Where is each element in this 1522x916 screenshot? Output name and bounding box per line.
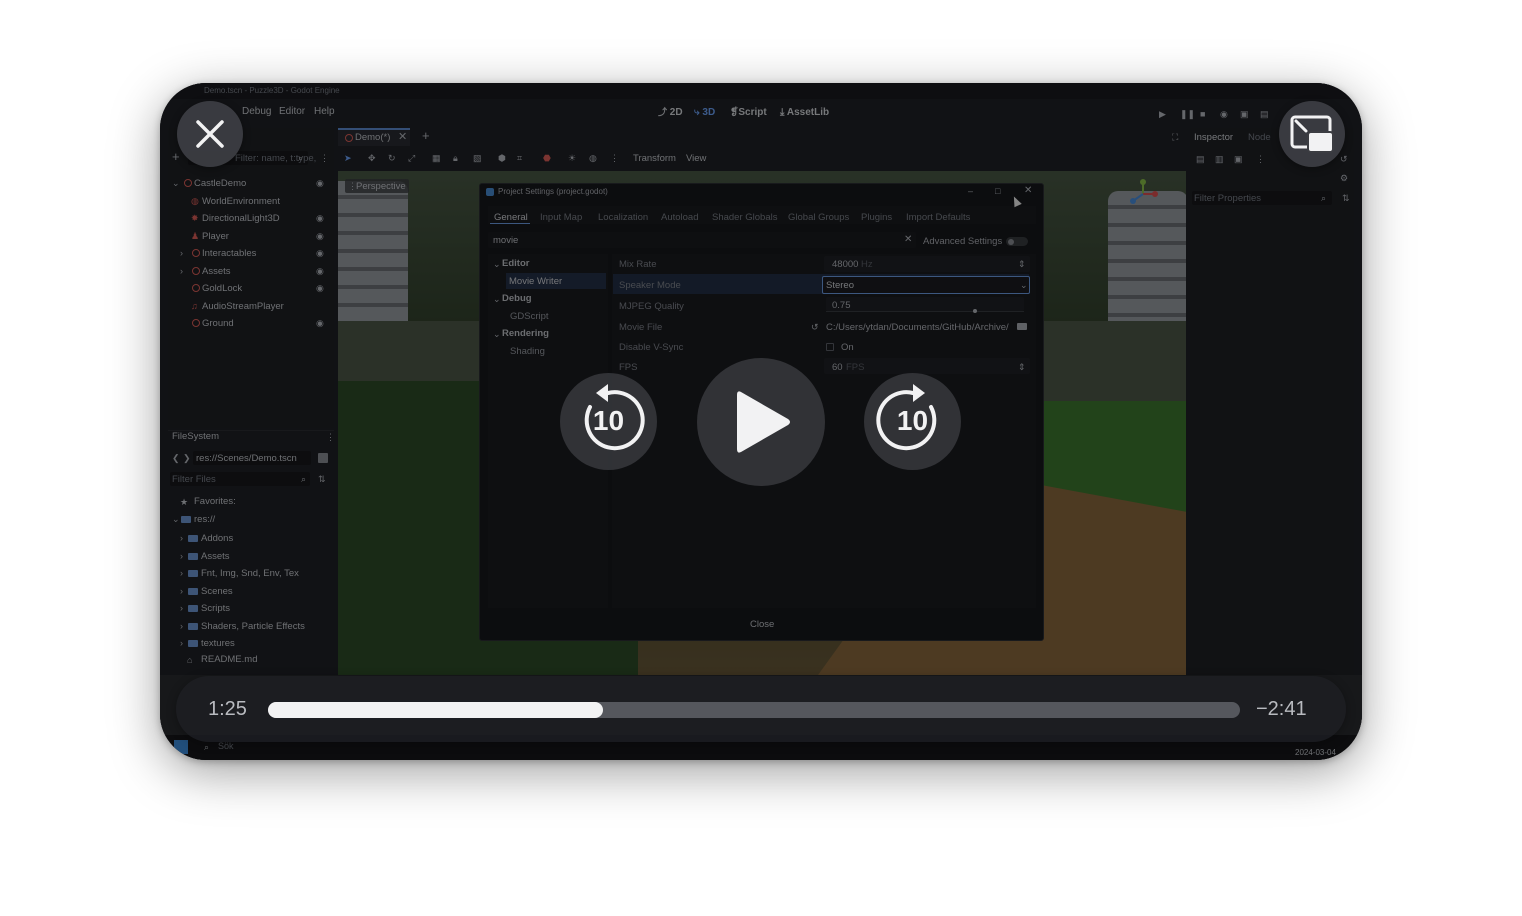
play-button[interactable] [697,358,825,486]
skip-back-seconds: 10 [592,405,625,436]
picture-in-picture-button[interactable] [1279,101,1345,167]
skip-back-button[interactable]: 10 [560,373,657,470]
picture-in-picture-icon [1290,115,1334,153]
skip-forward-button[interactable]: 10 [864,373,961,470]
remaining-time: −2:41 [1256,698,1307,720]
close-icon [196,120,224,148]
play-icon [737,391,790,453]
elapsed-time: 1:25 [208,698,247,720]
progress-track[interactable] [268,702,1240,718]
close-player-button[interactable] [177,101,243,167]
progress-fill [268,702,604,718]
video-player: Demo.tscn - Puzzle3D - Godot Engine Debu… [160,83,1362,760]
skip-forward-seconds: 10 [896,405,929,436]
